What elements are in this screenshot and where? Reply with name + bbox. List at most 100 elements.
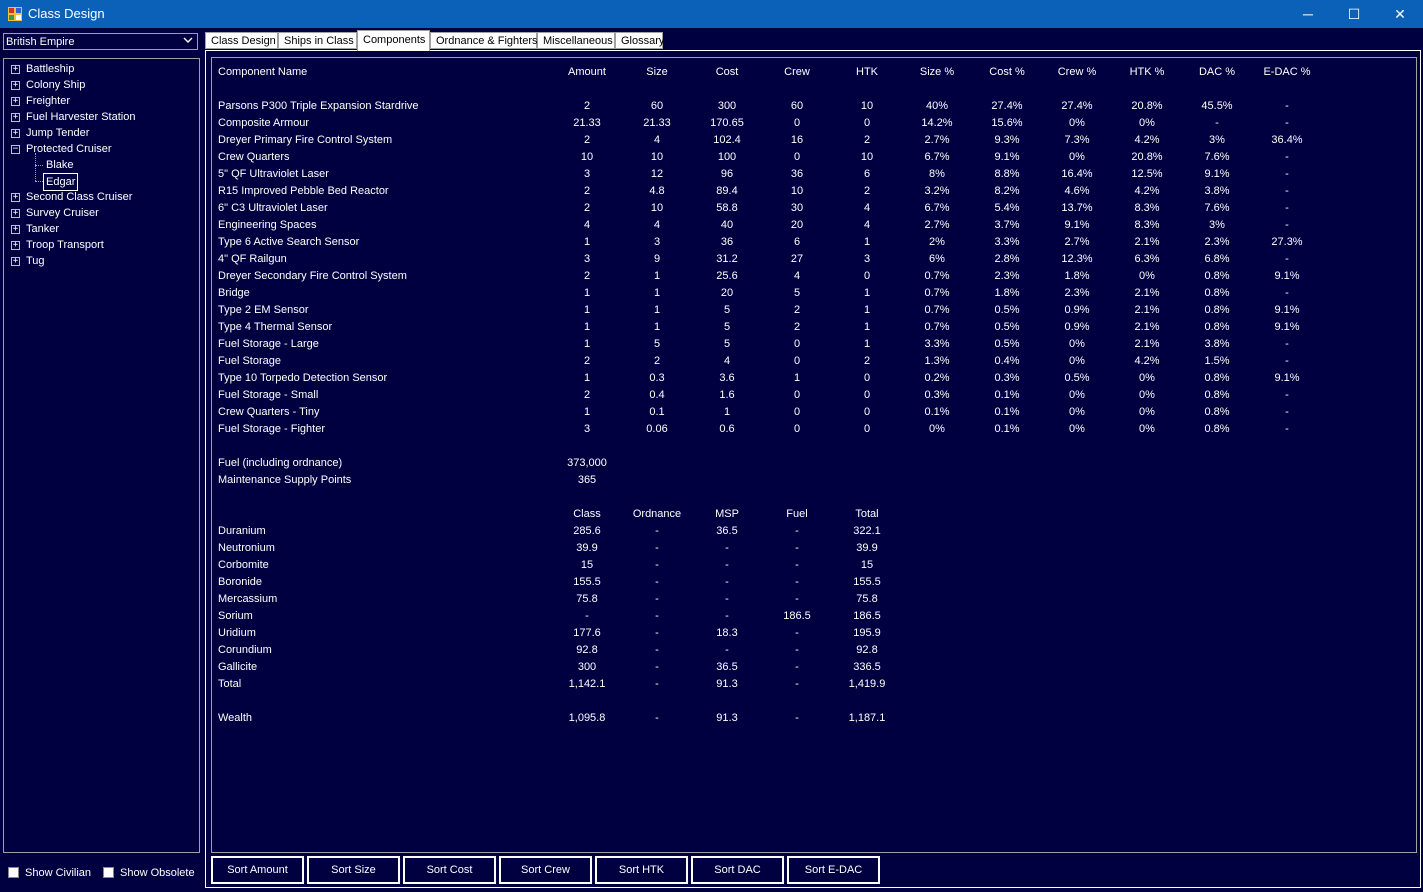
table-row: 5" QF Ultraviolet Laser 3 12 96 36 6 8% 8.8% 16.… — [212, 166, 1416, 183]
cell-value: 0.7% — [924, 270, 950, 282]
tree-item-label: Battleship — [26, 63, 75, 75]
cell-value: - — [1285, 168, 1289, 180]
cell-value: 0 — [863, 270, 871, 282]
cell-value: 1 — [723, 406, 731, 418]
cell-value: 0.8% — [1204, 372, 1230, 384]
cell-value: 4 — [653, 134, 661, 146]
expand-icon[interactable]: + — [11, 97, 20, 106]
expand-icon[interactable]: + — [11, 113, 20, 122]
cell-name: Neutronium — [218, 542, 275, 554]
cell-value: 9.1% — [1274, 321, 1300, 333]
expand-icon[interactable]: + — [11, 81, 20, 90]
cell-value: 2.3% — [1064, 287, 1090, 299]
tab-miscellaneous[interactable]: Miscellaneous — [537, 32, 615, 49]
minimize-button[interactable]: ─ — [1285, 0, 1331, 28]
cell-value: 1 — [583, 406, 591, 418]
cell-value: 9.1% — [1204, 168, 1230, 180]
cell-value: - — [795, 525, 799, 537]
tab-ships-in-class[interactable]: Ships in Class — [278, 32, 357, 49]
cell-value: 10 — [860, 100, 874, 112]
empire-dropdown[interactable]: British Empire — [3, 33, 198, 50]
cell-value: 8.3% — [1134, 202, 1160, 214]
tree-item-fuel-harvester-station[interactable]: + Fuel Harvester Station — [4, 109, 194, 125]
cell-value: 0% — [1139, 372, 1155, 384]
sort-amount-button[interactable]: Sort Amount — [211, 856, 304, 884]
cell-name: R15 Improved Pebble Bed Reactor — [218, 185, 389, 197]
cell-value: - — [655, 542, 659, 554]
class-tree[interactable]: + Battleship + Colony Ship + Freighter + Fuel H… — [3, 58, 200, 853]
cell-value: 6% — [929, 253, 945, 265]
tree-child-blake[interactable]: Blake — [4, 157, 194, 173]
table-row: Fuel Storage 2 2 4 0 2 1.3% 0.4% 0% 4.2% 1.5% - — [212, 353, 1416, 370]
cell-value: - — [655, 712, 659, 724]
cell-value: 2 — [793, 304, 801, 316]
checkbox-box[interactable] — [8, 867, 19, 878]
cell-value: 3% — [1209, 219, 1225, 231]
expand-icon[interactable]: + — [11, 65, 20, 74]
tree-item-jump-tender[interactable]: + Jump Tender — [4, 125, 194, 141]
sort-dac-button[interactable]: Sort DAC — [691, 856, 784, 884]
cell-value: 2.3% — [1204, 236, 1230, 248]
tree-item-survey-cruiser[interactable]: + Survey Cruiser — [4, 205, 194, 221]
sort-htk-button[interactable]: Sort HTK — [595, 856, 688, 884]
tree-child-edgar[interactable]: Edgar — [4, 173, 194, 191]
cell-name: Fuel Storage — [218, 355, 281, 367]
cell-value: 2 — [583, 185, 591, 197]
cell-value: 0.8% — [1204, 389, 1230, 401]
tree-item-freighter[interactable]: + Freighter — [4, 93, 194, 109]
cell-value: 3.8% — [1204, 338, 1230, 350]
cell-value: - — [1285, 338, 1289, 350]
cell-value: 2 — [863, 355, 871, 367]
cell-value: 5.4% — [994, 202, 1020, 214]
cell-value: 1.5% — [1204, 355, 1230, 367]
expand-icon[interactable]: + — [11, 129, 20, 138]
sort-size-button[interactable]: Sort Size — [307, 856, 400, 884]
cell-value: 0.1 — [649, 406, 665, 418]
cell-value: 0.8% — [1204, 304, 1230, 316]
cell-value: 0% — [1069, 406, 1085, 418]
maximize-button[interactable]: ☐ — [1331, 0, 1377, 28]
expand-icon[interactable]: + — [11, 209, 20, 218]
tab-glossary[interactable]: Glossary — [615, 32, 664, 49]
expand-icon[interactable]: + — [11, 241, 20, 250]
tab-class-design[interactable]: Class Design — [205, 32, 278, 49]
table-row: Fuel Storage - Large 1 5 5 0 1 3.3% 0.5% 0% 2.1% 3… — [212, 336, 1416, 353]
cell-value: 2.3% — [994, 270, 1020, 282]
tab-components[interactable]: Components — [357, 30, 430, 51]
sort-e-dac-button[interactable]: Sort E-DAC — [787, 856, 880, 884]
cell-value: 0.06 — [646, 423, 668, 435]
tree-item-tanker[interactable]: + Tanker — [4, 221, 194, 237]
cell-value: 0% — [1069, 338, 1085, 350]
cell-value: HTK — [856, 66, 878, 78]
sort-cost-button[interactable]: Sort Cost — [403, 856, 496, 884]
tree-item-protected-cruiser[interactable]: − Protected Cruiser — [4, 141, 194, 157]
tree-item-second-class-cruiser[interactable]: + Second Class Cruiser — [4, 189, 194, 205]
cell-value: Fuel — [786, 508, 808, 520]
summary-row: Maintenance Supply Points 365 — [212, 472, 1416, 489]
cell-value: Cost % — [989, 66, 1025, 78]
expand-icon[interactable]: + — [11, 193, 20, 202]
cell-value: 13.7% — [1061, 202, 1093, 214]
tree-item-battleship[interactable]: + Battleship — [4, 61, 194, 77]
tree-item-tug[interactable]: + Tug — [4, 253, 194, 269]
cell-value: - — [655, 610, 659, 622]
cell-value: 2.7% — [924, 219, 950, 231]
cell-value: Crew — [784, 66, 810, 78]
cell-value: 0 — [793, 117, 801, 129]
collapse-icon[interactable]: − — [11, 145, 20, 154]
expand-icon[interactable]: + — [11, 225, 20, 234]
tab-ordnance-fighters[interactable]: Ordnance & Fighters — [430, 32, 538, 49]
tree-item-label: Fuel Harvester Station — [26, 111, 136, 123]
expand-icon[interactable]: + — [11, 257, 20, 266]
sort-crew-button[interactable]: Sort Crew — [499, 856, 592, 884]
cell-value: 0.5% — [994, 304, 1020, 316]
cell-value: 4.8 — [649, 185, 665, 197]
checkbox-box[interactable] — [103, 867, 114, 878]
chevron-down-icon[interactable] — [181, 35, 195, 48]
cell-value: 27.3% — [1271, 236, 1303, 248]
cell-value: 6.7% — [924, 151, 950, 163]
tree-item-troop-transport[interactable]: + Troop Transport — [4, 237, 194, 253]
cell-value: 15 — [580, 559, 594, 571]
tree-item-colony-ship[interactable]: + Colony Ship — [4, 77, 194, 93]
close-button[interactable]: ✕ — [1377, 0, 1423, 28]
